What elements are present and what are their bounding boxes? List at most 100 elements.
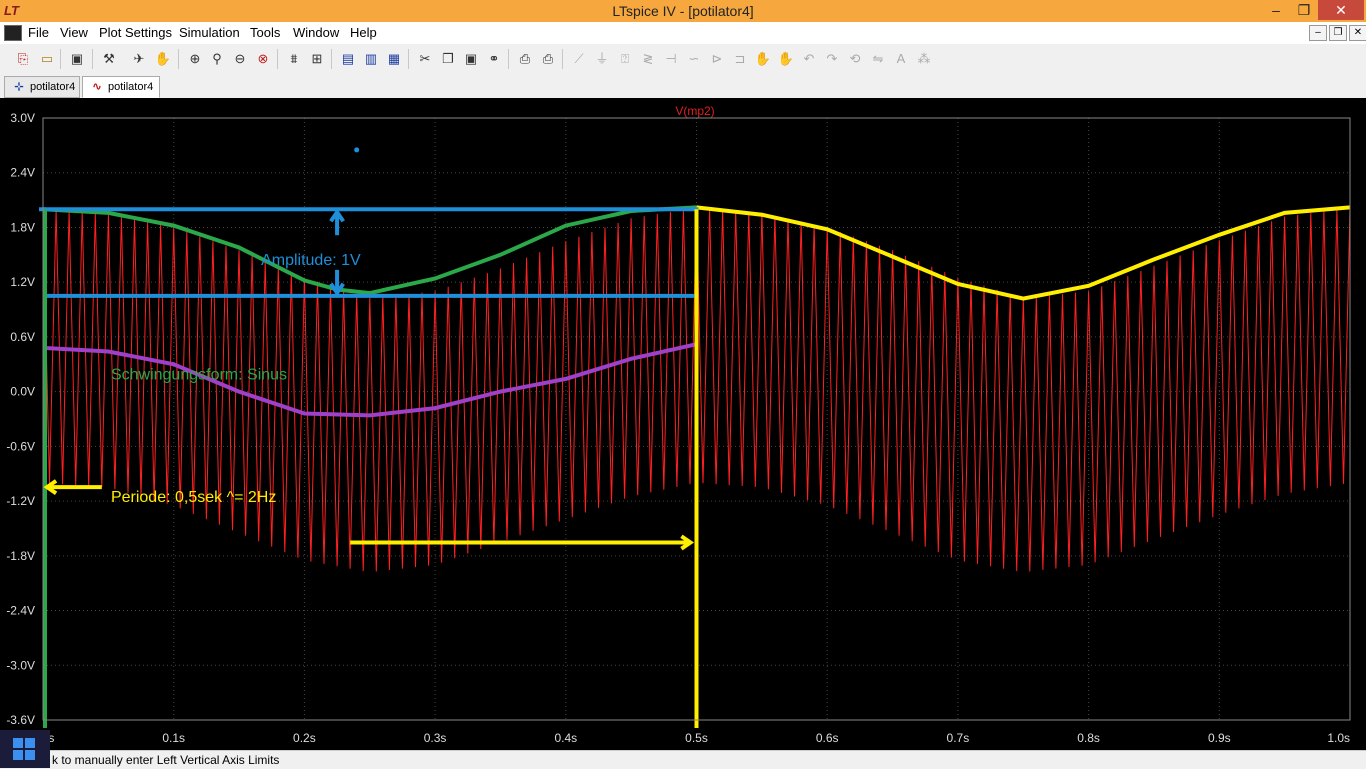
mdi-close-button[interactable]: ✕ xyxy=(1349,25,1366,41)
menu-help[interactable]: Help xyxy=(350,25,377,40)
pan-icon[interactable]: ⚲ xyxy=(208,50,226,68)
drag-icon[interactable]: ✋ xyxy=(777,50,795,68)
x-tick-label: 0.1s xyxy=(162,731,185,745)
waveform-shape-curve xyxy=(42,205,697,296)
window-title: LTspice IV - [potilator4] xyxy=(612,3,754,19)
zoom-in-icon[interactable]: ⊕ xyxy=(186,50,204,68)
y-tick-label: 2.4V xyxy=(10,166,35,180)
minimize-button[interactable]: – xyxy=(1262,0,1290,20)
rotate-icon[interactable]: ⟲ xyxy=(846,50,864,68)
copy-icon[interactable]: ❐ xyxy=(439,50,457,68)
inductor-icon[interactable]: ∽ xyxy=(685,50,703,68)
zoom-fit-icon[interactable]: ⊗ xyxy=(254,50,272,68)
waveform-label: Schwingungsform: Sinus xyxy=(111,367,287,384)
tab-bar: ⊹ potilator4 ∿ potilator4 xyxy=(0,74,1366,98)
toolbar-separator xyxy=(331,49,332,69)
menu-tools[interactable]: Tools xyxy=(250,25,280,40)
amplitude-label: Amplitude: 1V xyxy=(261,252,361,269)
cut-icon[interactable]: ✂ xyxy=(416,50,434,68)
document-icon[interactable] xyxy=(4,25,22,41)
status-text: k to manually enter Left Vertical Axis L… xyxy=(52,753,280,767)
y-tick-label: 0.6V xyxy=(10,330,35,344)
menu-view[interactable]: View xyxy=(60,25,88,40)
toolbar: ⎘ ▭ ▣ ⚒ ✈ ✋ ⊕ ⚲ ⊖ ⊗ ⩩ ⊞ ▤ ▥ ▦ ✂ ❐ ▣ ⚭ ⎙ … xyxy=(0,44,1366,75)
x-tick-label: 0.4s xyxy=(554,731,577,745)
capacitor-icon[interactable]: ⊣ xyxy=(662,50,680,68)
x-tick-label: 0.5s xyxy=(685,731,708,745)
tile-horizontal-icon[interactable]: ▤ xyxy=(339,50,357,68)
component-icon[interactable]: ⊐ xyxy=(731,50,749,68)
mdi-minimize-button[interactable]: – xyxy=(1309,25,1327,41)
toolbar-separator xyxy=(178,49,179,69)
period-left-arrow xyxy=(43,479,102,495)
schematic-icon: ⊹ xyxy=(14,81,24,93)
autorange-icon[interactable]: ⩩ xyxy=(285,50,303,68)
halt-icon[interactable]: ✋ xyxy=(154,50,172,68)
close-button[interactable]: ✕ xyxy=(1318,0,1364,20)
x-tick-label: 0.9s xyxy=(1208,731,1231,745)
new-schematic-icon[interactable]: ⎘ xyxy=(14,50,32,68)
trace-title[interactable]: V(mp2) xyxy=(675,104,714,118)
maximize-button[interactable]: ❐ xyxy=(1290,0,1318,20)
undo-icon[interactable]: ↶ xyxy=(800,50,818,68)
ground-icon[interactable]: ⏚ xyxy=(593,50,611,68)
mdi-restore-button[interactable]: ❐ xyxy=(1329,25,1347,41)
status-bar: k to manually enter Left Vertical Axis L… xyxy=(0,750,1366,769)
x-tick-label: 0.2s xyxy=(293,731,316,745)
plot-pane[interactable]: Amplitude: 1V Schwingungsform: Sinus Perio… xyxy=(0,98,1366,750)
amplitude-up-arrow xyxy=(329,208,345,236)
run-icon[interactable]: ✈ xyxy=(130,50,148,68)
tab-waveform[interactable]: ∿ potilator4 xyxy=(82,76,160,98)
menu-simulation[interactable]: Simulation xyxy=(179,25,240,40)
cascade-icon[interactable]: ▥ xyxy=(362,50,380,68)
x-tick-label: 0.7s xyxy=(947,731,970,745)
period-shape-curve xyxy=(696,205,1351,301)
tab-schematic[interactable]: ⊹ potilator4 xyxy=(4,76,80,98)
find-icon[interactable]: ⚭ xyxy=(485,50,503,68)
menu-plot-settings[interactable]: Plot Settings xyxy=(99,25,172,40)
text-icon[interactable]: A xyxy=(892,50,910,68)
spice-directive-icon[interactable]: ⁂ xyxy=(915,50,933,68)
diode-icon[interactable]: ⊳ xyxy=(708,50,726,68)
resistor-icon[interactable]: ≷ xyxy=(639,50,657,68)
period-label: Periode: 0,5sek ^= 2Hz xyxy=(111,489,276,506)
y-tick-label: 0.0V xyxy=(10,385,35,399)
waveform-icon: ∿ xyxy=(92,81,102,93)
amplitude-down-arrow xyxy=(329,269,345,297)
open-folder-icon[interactable]: ▭ xyxy=(38,50,56,68)
menu-window[interactable]: Window xyxy=(293,25,339,40)
menu-bar: File View Plot Settings Simulation Tools… xyxy=(0,22,1366,45)
toolbar-separator xyxy=(408,49,409,69)
y-tick-label: -2.4V xyxy=(6,604,35,618)
print-preview-icon[interactable]: ⎙ xyxy=(516,50,534,68)
toolbar-separator xyxy=(92,49,93,69)
y-tick-label: -3.0V xyxy=(6,658,35,672)
y-tick-label: 3.0V xyxy=(10,111,35,125)
tile-vertical-icon[interactable]: ▦ xyxy=(385,50,403,68)
redo-icon[interactable]: ↷ xyxy=(823,50,841,68)
toolbar-separator xyxy=(60,49,61,69)
x-tick-label: 0.8s xyxy=(1077,731,1100,745)
zoom-out-icon[interactable]: ⊖ xyxy=(231,50,249,68)
print-icon[interactable]: ⎙ xyxy=(539,50,557,68)
menu-file[interactable]: File xyxy=(28,25,49,40)
y-tick-label: 1.8V xyxy=(10,220,35,234)
y-tick-label: -1.2V xyxy=(6,494,35,508)
paste-icon[interactable]: ▣ xyxy=(462,50,480,68)
title-bar: LT LTspice IV - [potilator4] – ❐ ✕ xyxy=(0,0,1366,22)
windows-logo-icon xyxy=(13,750,23,760)
y-tick-label: -3.6V xyxy=(6,713,35,727)
save-icon[interactable]: ▣ xyxy=(68,50,86,68)
label-icon[interactable]: ⍰ xyxy=(616,50,634,68)
move-icon[interactable]: ✋ xyxy=(754,50,772,68)
waveform-plot[interactable]: Amplitude: 1V Schwingungsform: Sinus Perio… xyxy=(0,98,1366,750)
toolbar-separator xyxy=(508,49,509,69)
x-tick-label: 1.0s xyxy=(1327,731,1350,745)
grid-icon[interactable]: ⊞ xyxy=(308,50,326,68)
mirror-icon[interactable]: ⇋ xyxy=(869,50,887,68)
x-tick-label: 0.6s xyxy=(816,731,839,745)
wire-icon[interactable]: ⟋ xyxy=(570,50,588,68)
control-panel-icon[interactable]: ⚒ xyxy=(100,50,118,68)
windows-start-button[interactable] xyxy=(0,730,50,768)
windows-logo-icon xyxy=(25,750,35,760)
